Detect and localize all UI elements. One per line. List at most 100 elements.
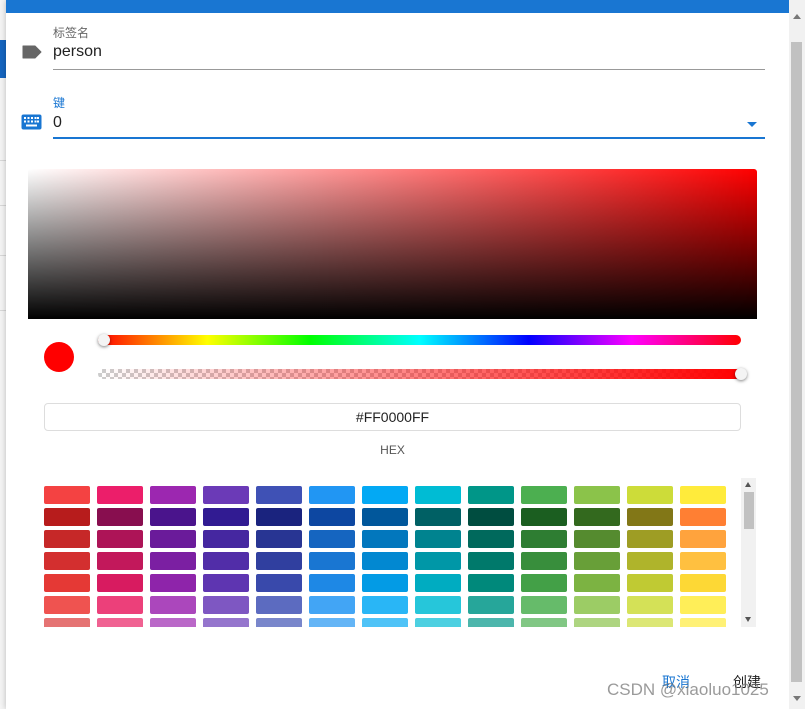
color-swatch[interactable] (309, 508, 355, 526)
color-swatch[interactable] (415, 574, 461, 592)
color-swatch[interactable] (574, 552, 620, 570)
color-swatch[interactable] (680, 574, 726, 592)
color-swatch[interactable] (680, 618, 726, 627)
color-swatch[interactable] (680, 486, 726, 504)
color-swatch[interactable] (256, 618, 302, 627)
color-swatch[interactable] (468, 596, 514, 614)
color-swatch[interactable] (415, 596, 461, 614)
color-swatch[interactable] (44, 596, 90, 614)
color-swatch[interactable] (362, 574, 408, 592)
color-swatch[interactable] (203, 552, 249, 570)
color-swatch[interactable] (97, 530, 143, 548)
color-swatch[interactable] (44, 486, 90, 504)
hue-slider-handle[interactable] (98, 334, 110, 346)
color-swatch[interactable] (468, 574, 514, 592)
color-swatch[interactable] (362, 508, 408, 526)
color-swatch[interactable] (521, 486, 567, 504)
color-swatch[interactable] (203, 508, 249, 526)
page-scrollbar[interactable] (789, 0, 805, 709)
color-swatch[interactable] (521, 596, 567, 614)
alpha-slider-handle[interactable] (735, 368, 747, 380)
color-swatch[interactable] (574, 486, 620, 504)
scroll-down-icon[interactable] (745, 617, 751, 622)
color-swatch[interactable] (574, 508, 620, 526)
color-swatch[interactable] (97, 486, 143, 504)
color-swatch[interactable] (44, 618, 90, 627)
color-swatch[interactable] (309, 486, 355, 504)
color-swatch[interactable] (574, 618, 620, 627)
color-swatch[interactable] (574, 574, 620, 592)
color-swatch[interactable] (309, 530, 355, 548)
color-swatch[interactable] (362, 486, 408, 504)
color-swatch[interactable] (150, 530, 196, 548)
color-swatch[interactable] (415, 530, 461, 548)
label-name-input[interactable]: person (53, 43, 102, 61)
color-swatch[interactable] (150, 552, 196, 570)
color-swatch[interactable] (680, 530, 726, 548)
color-swatch[interactable] (256, 574, 302, 592)
color-swatch[interactable] (97, 508, 143, 526)
saturation-value-area[interactable] (28, 169, 757, 319)
color-swatch[interactable] (627, 596, 673, 614)
color-swatch[interactable] (150, 486, 196, 504)
alpha-slider[interactable] (98, 369, 741, 379)
color-swatch[interactable] (44, 508, 90, 526)
color-swatch[interactable] (97, 552, 143, 570)
swatch-scroll-thumb[interactable] (744, 492, 754, 529)
color-swatch[interactable] (680, 552, 726, 570)
color-swatch[interactable] (256, 530, 302, 548)
color-swatch[interactable] (415, 486, 461, 504)
color-swatch[interactable] (256, 596, 302, 614)
color-swatch[interactable] (415, 508, 461, 526)
color-swatch[interactable] (203, 618, 249, 627)
color-swatch[interactable] (44, 530, 90, 548)
color-swatch[interactable] (44, 574, 90, 592)
color-swatch[interactable] (97, 618, 143, 627)
color-swatch[interactable] (415, 552, 461, 570)
color-swatch[interactable] (97, 596, 143, 614)
color-swatch[interactable] (44, 552, 90, 570)
color-swatch[interactable] (309, 618, 355, 627)
color-swatch[interactable] (521, 508, 567, 526)
color-swatch[interactable] (468, 508, 514, 526)
color-swatch[interactable] (309, 574, 355, 592)
color-swatch[interactable] (97, 574, 143, 592)
swatch-scrollbar[interactable] (741, 478, 756, 627)
color-swatch[interactable] (680, 596, 726, 614)
color-swatch[interactable] (627, 486, 673, 504)
color-swatch[interactable] (468, 530, 514, 548)
color-swatch[interactable] (521, 574, 567, 592)
color-swatch[interactable] (521, 618, 567, 627)
color-swatch[interactable] (256, 508, 302, 526)
color-swatch[interactable] (150, 618, 196, 627)
color-swatch[interactable] (203, 596, 249, 614)
color-swatch[interactable] (574, 596, 620, 614)
color-swatch[interactable] (468, 486, 514, 504)
color-swatch[interactable] (362, 596, 408, 614)
color-swatch[interactable] (203, 486, 249, 504)
color-swatch[interactable] (415, 618, 461, 627)
color-swatch[interactable] (150, 574, 196, 592)
color-swatch[interactable] (203, 574, 249, 592)
color-swatch[interactable] (150, 596, 196, 614)
color-swatch[interactable] (468, 618, 514, 627)
color-swatch[interactable] (627, 618, 673, 627)
color-swatch[interactable] (521, 530, 567, 548)
color-swatch[interactable] (627, 508, 673, 526)
color-swatch[interactable] (309, 596, 355, 614)
color-swatch[interactable] (680, 508, 726, 526)
color-swatch[interactable] (627, 552, 673, 570)
color-swatch[interactable] (627, 574, 673, 592)
chevron-down-icon[interactable] (747, 122, 757, 127)
scroll-up-icon[interactable] (793, 14, 801, 19)
scroll-down-icon[interactable] (793, 696, 801, 701)
color-swatch[interactable] (521, 552, 567, 570)
color-swatch[interactable] (362, 552, 408, 570)
scroll-up-icon[interactable] (745, 482, 751, 487)
color-swatch[interactable] (256, 486, 302, 504)
hue-slider[interactable] (98, 335, 741, 345)
color-swatch[interactable] (627, 530, 673, 548)
color-swatch[interactable] (256, 552, 302, 570)
page-scroll-thumb[interactable] (791, 42, 802, 682)
color-swatch[interactable] (362, 530, 408, 548)
